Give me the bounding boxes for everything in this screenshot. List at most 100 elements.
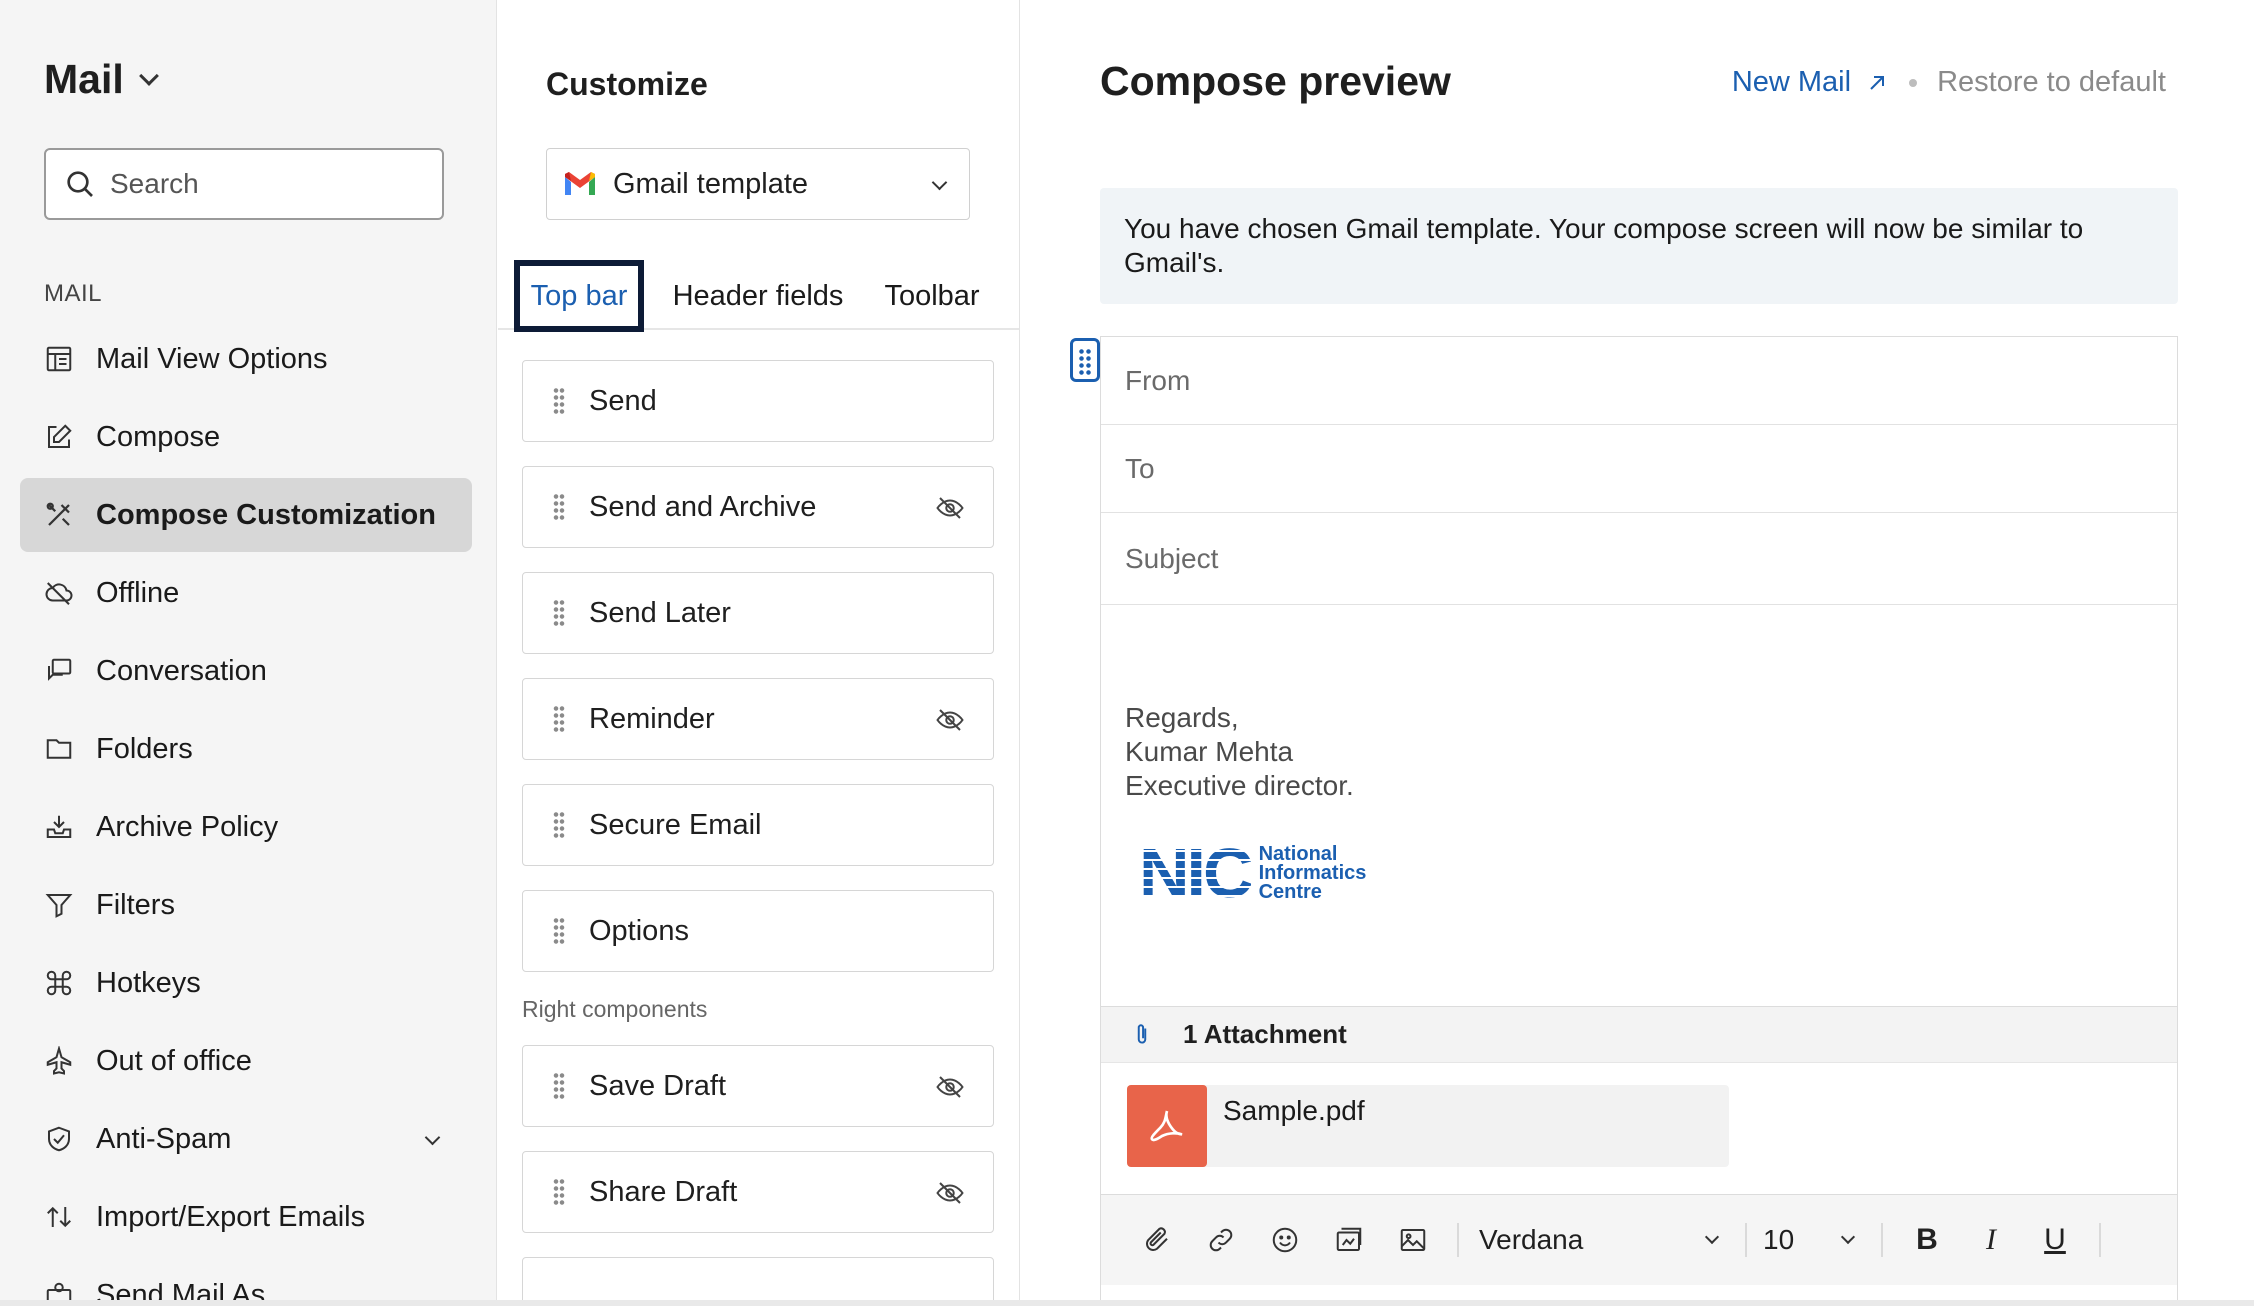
component-label: Secure Email (589, 808, 762, 841)
component-options[interactable]: Options (522, 890, 994, 972)
sidebar-item-anti-spam[interactable]: Anti-Spam (20, 1102, 472, 1176)
toolbar-separator (1457, 1223, 1459, 1257)
search-box[interactable] (44, 148, 444, 220)
component-share-draft[interactable]: Share Draft (522, 1151, 994, 1233)
template-select[interactable]: Gmail template (546, 148, 970, 220)
logo-words: National Informatics Centre (1258, 842, 1367, 902)
drag-handle-icon[interactable] (553, 917, 565, 945)
gmail-icon (565, 172, 595, 195)
app-switcher[interactable]: Mail (44, 56, 159, 103)
font-family-select[interactable]: Verdana (1471, 1212, 1733, 1268)
emoji-button[interactable] (1253, 1212, 1317, 1268)
sidebar-item-label: Compose (96, 420, 221, 453)
component-send-and-archive[interactable]: Send and Archive (522, 466, 994, 548)
component-label: Share Draft (589, 1175, 738, 1208)
compose-window: From To Subject Regards, Kumar Mehta Exe… (1100, 336, 2178, 1306)
attachment-bar: 1 Attachment (1101, 1007, 2177, 1063)
sidebar-item-offline[interactable]: Offline (20, 556, 472, 630)
attach-button[interactable] (1125, 1212, 1189, 1268)
template-info-banner: You have chosen Gmail template. Your com… (1100, 188, 2178, 304)
component-label: Send Later (589, 596, 731, 629)
bold-button[interactable]: B (1895, 1212, 1959, 1268)
insert-link-button[interactable] (1189, 1212, 1253, 1268)
template-select-value: Gmail template (613, 167, 809, 200)
preview-actions: New Mail Restore to default (1732, 66, 2166, 99)
sidebar-item-mail-view-options[interactable]: Mail View Options (20, 322, 472, 396)
eye-off-icon[interactable] (935, 1178, 965, 1208)
sidebar: Mail MAIL Mail View Options Compose Comp… (0, 0, 497, 1306)
customize-panel: Customize Gmail template Top bar Header … (498, 0, 1020, 1306)
insert-chart-button[interactable] (1317, 1212, 1381, 1268)
image-icon (1400, 1229, 1426, 1251)
sidebar-item-label: Import/Export Emails (96, 1200, 366, 1233)
signature-line: Executive director. (1125, 770, 1354, 801)
image-gallery-icon (1336, 1227, 1362, 1251)
link-icon (1209, 1228, 1233, 1252)
eye-off-icon[interactable] (935, 705, 965, 735)
insert-image-button[interactable] (1381, 1212, 1445, 1268)
signature-line: Kumar Mehta (1125, 736, 1294, 767)
shield-icon (48, 1126, 70, 1152)
drag-handle-icon[interactable] (553, 599, 565, 627)
sidebar-item-conversation[interactable]: Conversation (20, 634, 472, 708)
sidebar-item-filters[interactable]: Filters (20, 868, 472, 942)
component-send-later[interactable]: Send Later (522, 572, 994, 654)
restore-default-link[interactable]: Restore to default (1937, 66, 2166, 99)
font-size-select[interactable]: 10 (1759, 1212, 1869, 1268)
tab-toolbar[interactable]: Toolbar (870, 260, 994, 332)
component-label: Save Draft (589, 1069, 726, 1102)
eye-off-icon[interactable] (935, 1072, 965, 1102)
filter-icon (45, 894, 73, 918)
sidebar-item-archive-policy[interactable]: Archive Policy (20, 790, 472, 864)
logo-word: Informatics (1258, 861, 1367, 884)
bottom-edge (0, 1300, 2254, 1306)
underline-button[interactable]: U (2023, 1212, 2087, 1268)
drag-handle-icon[interactable] (553, 811, 565, 839)
drag-handle-icon[interactable] (553, 493, 565, 521)
to-field[interactable]: To (1101, 425, 2177, 513)
format-toolbar: Verdana 10 B I U (1101, 1195, 2177, 1285)
component-next[interactable] (522, 1257, 994, 1306)
drag-handle-icon[interactable] (1070, 338, 1100, 382)
sidebar-item-compose-customization[interactable]: Compose Customization (20, 478, 472, 552)
cloud-off-icon (45, 582, 73, 605)
sidebar-item-hotkeys[interactable]: Hotkeys (20, 946, 472, 1020)
sidebar-item-out-of-office[interactable]: Out of office (20, 1024, 472, 1098)
emoji-icon (1272, 1227, 1298, 1253)
chevron-down-icon[interactable] (424, 1129, 441, 1146)
from-field[interactable]: From (1101, 337, 2177, 425)
sidebar-item-compose[interactable]: Compose (20, 400, 472, 474)
drag-handle-icon[interactable] (553, 1072, 565, 1100)
component-reminder[interactable]: Reminder (522, 678, 994, 760)
chevron-down-icon (931, 174, 948, 191)
component-save-draft[interactable]: Save Draft (522, 1045, 994, 1127)
component-secure-email[interactable]: Secure Email (522, 784, 994, 866)
font-size-value: 10 (1763, 1224, 1795, 1255)
message-body[interactable]: Regards, Kumar Mehta Executive director.… (1101, 605, 2177, 1007)
italic-button[interactable]: I (1959, 1212, 2023, 1268)
component-label: Send (589, 384, 657, 417)
customize-title: Customize (546, 66, 708, 102)
chevron-down-icon (138, 65, 159, 86)
drag-handle-icon[interactable] (553, 705, 565, 733)
new-mail-link[interactable]: New Mail (1732, 66, 1889, 99)
tab-top-bar[interactable]: Top bar (514, 260, 644, 332)
sidebar-item-import-export[interactable]: Import/Export Emails (20, 1180, 472, 1254)
tab-header-fields[interactable]: Header fields (668, 260, 848, 332)
import-export-icon (47, 1206, 71, 1228)
logo-word: National (1258, 842, 1338, 865)
component-send[interactable]: Send (522, 360, 994, 442)
sidebar-item-folders[interactable]: Folders (20, 712, 472, 786)
sidebar-item-send-mail-as[interactable]: Send Mail As (20, 1258, 472, 1306)
drag-handle-icon[interactable] (553, 387, 565, 415)
search-input[interactable] (110, 168, 410, 200)
drag-handle-icon[interactable] (553, 1178, 565, 1206)
subject-field[interactable]: Subject (1101, 513, 2177, 605)
attachment-list: Sample.pdf (1101, 1063, 2177, 1195)
toolbar-separator (1745, 1223, 1747, 1257)
eye-off-icon[interactable] (935, 493, 965, 523)
signature-line: Regards, (1125, 702, 1239, 733)
command-icon (46, 970, 72, 996)
attachment-file-name: Sample.pdf (1223, 1095, 1365, 1126)
attachment-file[interactable]: Sample.pdf (1127, 1085, 1729, 1167)
